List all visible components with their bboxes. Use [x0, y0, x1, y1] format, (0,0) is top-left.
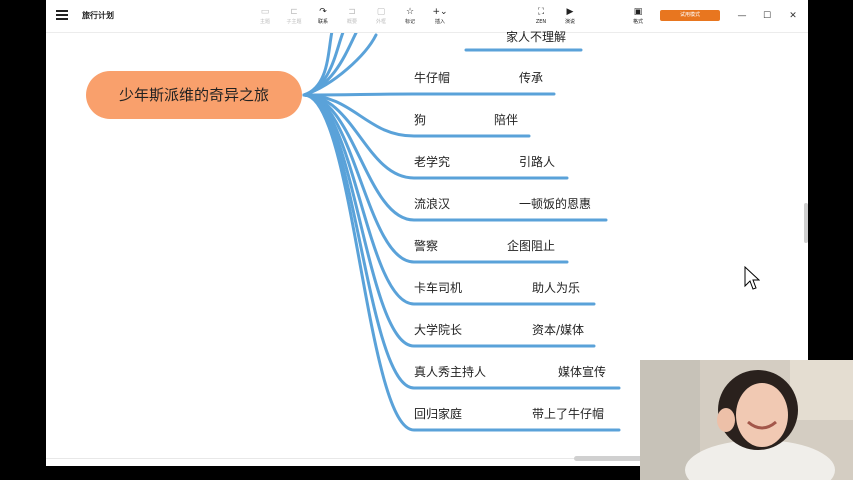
subtopic-name: 大学院长 — [414, 323, 463, 337]
format-button[interactable]: ▣ 格式 — [624, 6, 652, 28]
partial-subtopic-top[interactable]: 家人不理解 — [506, 28, 726, 48]
topic-label: 主题 — [259, 19, 270, 25]
subtopic-node[interactable]: 流浪汉 一顿饭的恩惠 — [414, 195, 634, 215]
close-icon[interactable]: ✕ — [786, 9, 800, 23]
play-icon: ▶ — [566, 7, 574, 17]
marker-button[interactable]: ☆ 标记 — [396, 6, 424, 28]
subtopic-node[interactable]: 真人秀主持人 媒体宣传 — [414, 363, 634, 383]
subtopic-role: 引路人 — [519, 155, 556, 169]
subtopic-role: 资本/媒体 — [532, 323, 585, 337]
subtopic-name: 流浪汉 — [414, 197, 451, 211]
subtopic-label: 子主题 — [286, 19, 302, 25]
marker-label: 标记 — [404, 19, 415, 25]
boundary-button[interactable]: ▢ 外框 — [367, 6, 395, 28]
relationship-icon: ↷ — [319, 7, 327, 17]
maximize-icon[interactable]: ☐ — [760, 9, 774, 23]
subtopic-name: 回归家庭 — [414, 407, 463, 421]
star-marker-icon: ☆ — [405, 7, 415, 17]
subtopic-icon: ⊏ — [290, 7, 298, 17]
subtopic-node[interactable]: 警察 企图阻止 — [414, 237, 634, 257]
relationship-button[interactable]: ↷ 联系 — [309, 6, 337, 28]
zen-mode-button[interactable]: ⛶ ZEN — [527, 6, 555, 28]
present-label: 演说 — [564, 19, 575, 25]
subtopic-name: 警察 — [414, 239, 439, 253]
subtopic-role: 媒体宣传 — [558, 365, 607, 379]
subtopic-role: 助人为乐 — [532, 281, 581, 295]
relationship-label: 联系 — [317, 19, 328, 25]
document-title: 旅行计划 — [82, 11, 114, 20]
branch-line — [302, 92, 556, 97]
subtopic-name: 老学究 — [414, 155, 451, 169]
subtopic-node[interactable]: 大学院长 资本/媒体 — [414, 321, 634, 341]
subtopic-node[interactable]: 卡车司机 助人为乐 — [414, 279, 634, 299]
subtopic-role: 传承 — [519, 71, 544, 85]
insert-button[interactable]: +⌄ 插入 — [426, 6, 454, 28]
summary-icon: ⊐ — [348, 7, 356, 17]
format-panel-icon: ▣ — [633, 7, 643, 17]
subtopic-role: 企图阻止 — [507, 239, 556, 253]
trial-mode-button[interactable]: 试用模式 — [660, 10, 720, 21]
insert-label: 插入 — [434, 19, 445, 25]
format-label: 格式 — [632, 19, 643, 25]
subtopic-role: 带上了牛仔帽 — [532, 407, 605, 421]
subtopic-name: 牛仔帽 — [414, 71, 451, 85]
zen-label: ZEN — [535, 19, 547, 25]
present-button[interactable]: ▶ 演说 — [556, 6, 584, 28]
central-topic[interactable]: 少年斯派维的奇异之旅 — [86, 71, 302, 119]
subtopic-role: 一顿饭的恩惠 — [519, 197, 592, 211]
subtopic-role: 陪伴 — [494, 113, 519, 127]
summary-button[interactable]: ⊐ 概要 — [338, 6, 366, 28]
fullscreen-icon: ⛶ — [537, 7, 545, 17]
vertical-scrollbar[interactable] — [804, 203, 808, 243]
subtopic-button[interactable]: ⊏ 子主题 — [280, 6, 308, 28]
topic-icon: ▭ — [260, 7, 270, 17]
subtopic-name: 真人秀主持人 — [414, 365, 487, 379]
topic-button[interactable]: ▭ 主题 — [251, 6, 279, 28]
scroll-thumb[interactable] — [574, 456, 644, 461]
subtopic-node[interactable]: 狗 陪伴 — [414, 111, 634, 131]
insert-plus-icon: +⌄ — [432, 7, 448, 17]
subtopic-name: 卡车司机 — [414, 281, 463, 295]
hamburger-menu-icon[interactable] — [56, 10, 68, 22]
summary-label: 概要 — [346, 19, 357, 25]
subtopic-node[interactable]: 老学究 引路人 — [414, 153, 634, 173]
subtopic-node[interactable]: 牛仔帽 传承 — [414, 69, 634, 89]
boundary-label: 外框 — [375, 19, 386, 25]
subtopic-name: 狗 — [414, 113, 427, 127]
scroll-track — [46, 458, 646, 459]
partial-subtopic-label: 家人不理解 — [506, 30, 567, 44]
subtopic-node[interactable]: 回归家庭 带上了牛仔帽 — [414, 405, 634, 425]
webcam-overlay — [640, 360, 853, 480]
boundary-icon: ▢ — [376, 7, 386, 17]
minimize-icon[interactable]: — — [735, 9, 749, 23]
mouse-cursor-icon — [744, 266, 760, 290]
